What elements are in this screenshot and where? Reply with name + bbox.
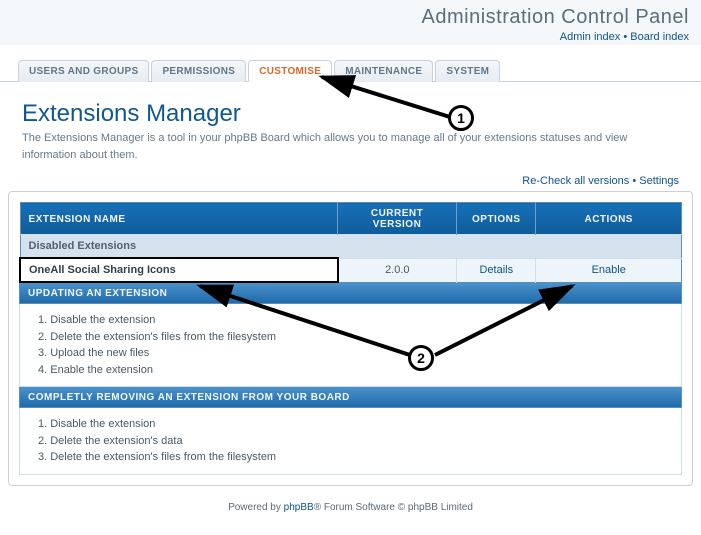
footer: Powered by phpBB® Forum Software © phpBB… [0,496,701,525]
board-index-link[interactable]: Board index [630,31,689,43]
list-item: Delete the extension's data [38,433,667,450]
list-item: Disable the extension [38,416,667,433]
list-item: Delete the extension's files from the fi… [38,449,667,466]
list-item: Disable the extension [38,312,667,329]
main-panel: EXTENSION NAME CURRENT VERSION OPTIONS A… [8,191,693,486]
list-item: Enable the extension [38,362,667,379]
removing-body: Disable the extension Delete the extensi… [19,408,682,475]
page-top-links: Re-Check all versions • Settings [0,171,701,191]
tab-system[interactable]: SYSTEM [435,60,500,82]
footer-pre: Powered by [228,502,284,513]
tab-maintenance[interactable]: MAINTENANCE [334,60,433,82]
table-header-row: EXTENSION NAME CURRENT VERSION OPTIONS A… [20,203,682,235]
tab-customise[interactable]: CUSTOMISE [248,60,332,82]
cell-options: Details [457,258,536,282]
extensions-table: EXTENSION NAME CURRENT VERSION OPTIONS A… [19,202,682,283]
col-current-version: CURRENT VERSION [338,203,457,235]
updating-heading: UPDATING AN EXTENSION [19,283,682,304]
acp-tabs: USERS AND GROUPS PERMISSIONS CUSTOMISE M… [0,45,701,82]
page-body: Extensions Manager The Extensions Manage… [0,82,701,171]
col-actions: ACTIONS [536,203,682,235]
footer-post: ® Forum Software © phpBB Limited [314,502,473,513]
details-link[interactable]: Details [479,264,513,276]
annotation-circle-1: 1 [448,105,474,131]
page-title: Extensions Manager [22,100,679,128]
acp-title: Administration Control Panel [0,6,689,29]
cell-version: 2.0.0 [338,258,457,282]
admin-index-link[interactable]: Admin index [560,31,621,43]
col-options: OPTIONS [457,203,536,235]
acp-header-links: Admin index • Board index [0,31,689,43]
page-desc: The Extensions Manager is a tool in your… [22,130,679,163]
list-item: Delete the extension's files from the fi… [38,329,667,346]
enable-link[interactable]: Enable [592,264,626,276]
updating-body: Disable the extension Delete the extensi… [19,304,682,387]
settings-link[interactable]: Settings [639,175,679,187]
subhead-label: Disabled Extensions [20,235,682,259]
list-item: Upload the new files [38,345,667,362]
tab-users-groups[interactable]: USERS AND GROUPS [18,60,149,82]
table-row: OneAll Social Sharing Icons 2.0.0 Detail… [20,258,682,282]
cell-actions: Enable [536,258,682,282]
col-extension-name: EXTENSION NAME [20,203,338,235]
recheck-versions-link[interactable]: Re-Check all versions [522,175,629,187]
acp-header: Administration Control Panel Admin index… [0,0,701,45]
removing-steps: Disable the extension Delete the extensi… [34,416,667,466]
tab-permissions[interactable]: PERMISSIONS [151,60,246,82]
updating-steps: Disable the extension Delete the extensi… [34,312,667,378]
cell-extension-name: OneAll Social Sharing Icons [20,258,338,282]
annotation-circle-2: 2 [408,345,434,371]
removing-heading: COMPLETLY REMOVING AN EXTENSION FROM YOU… [19,387,682,408]
phpbb-link[interactable]: phpBB [284,502,314,513]
table-subhead-disabled: Disabled Extensions [20,235,682,259]
